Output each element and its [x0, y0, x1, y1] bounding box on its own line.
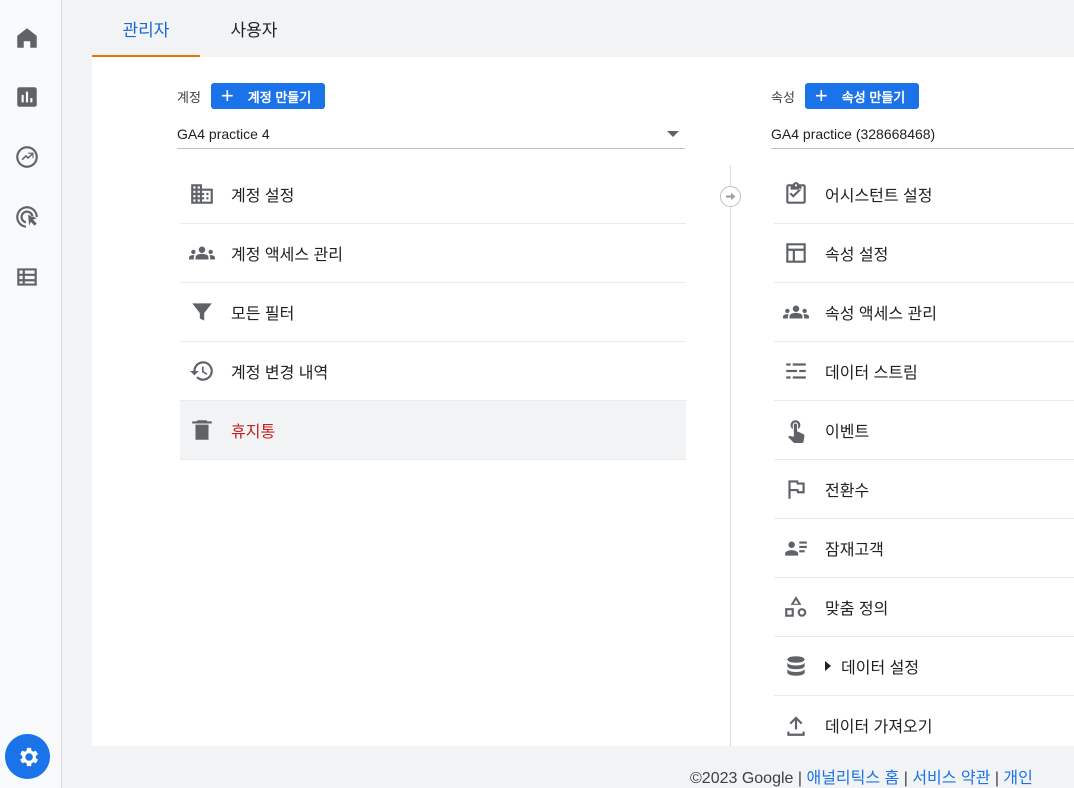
menu-item-account-settings[interactable]: 계정 설정	[180, 165, 686, 224]
property-menu: 어시스턴트 설정 속성 설정 속성 액세스 관리 데이터 스트림 이벤트 전환수…	[774, 165, 1074, 746]
account-label: 계정	[177, 89, 201, 105]
menu-item-label: 계정 변경 내역	[231, 365, 329, 382]
footer-link-analytics-home[interactable]: 애널리틱스 홈	[806, 770, 899, 787]
create-property-button[interactable]: + 속성 만들기	[804, 83, 920, 109]
property-selected: GA4 practice (328668468)	[771, 125, 936, 142]
history-icon	[180, 358, 224, 384]
audience-icon	[774, 535, 818, 561]
menu-item-label: 데이터 스트림	[825, 365, 918, 382]
footer-link-privacy[interactable]: 개인	[1003, 770, 1032, 787]
tab-user-label: 사용자	[230, 21, 278, 40]
menu-item-data-settings[interactable]: 데이터 설정	[774, 637, 1074, 696]
trash-icon	[180, 417, 224, 443]
property-selector[interactable]: GA4 practice (328668468)	[771, 119, 1074, 149]
filter-icon	[180, 299, 224, 325]
create-account-label: 계정 만들기	[247, 89, 312, 105]
building-icon	[180, 181, 224, 207]
account-selected: GA4 practice 4	[177, 125, 270, 142]
menu-item-setup-assistant[interactable]: 어시스턴트 설정	[774, 165, 1074, 224]
footer-separator: |	[994, 770, 999, 787]
flag-icon	[774, 476, 818, 502]
menu-item-label: 이벤트	[825, 424, 870, 441]
chevron-down-icon	[667, 131, 679, 137]
people-icon	[774, 299, 818, 325]
streams-icon	[774, 358, 818, 384]
column-divider	[730, 165, 731, 746]
home-icon[interactable]	[10, 21, 44, 55]
menu-item-label: 잠재고객	[825, 542, 884, 559]
arrow-right-icon	[720, 186, 741, 207]
left-nav-rail	[0, 0, 62, 788]
explore-icon[interactable]	[10, 140, 44, 174]
property-label: 속성	[771, 89, 795, 105]
people-icon	[180, 240, 224, 266]
account-menu: 계정 설정 계정 액세스 관리 모든 필터 계정 변경 내역 휴지통	[180, 165, 686, 460]
menu-item-label: 데이터 설정	[841, 660, 920, 677]
menu-item-label: 속성 설정	[825, 247, 889, 264]
property-header: 속성 + 속성 만들기	[771, 83, 920, 109]
settings-gear-icon[interactable]	[5, 734, 50, 779]
menu-item-label: 전환수	[825, 483, 870, 500]
menu-item-property-settings[interactable]: 속성 설정	[774, 224, 1074, 283]
database-icon	[774, 653, 818, 679]
tab-admin-label: 관리자	[122, 21, 170, 40]
tab-admin[interactable]: 관리자	[92, 0, 200, 57]
menu-item-trash[interactable]: 휴지통	[180, 401, 686, 460]
menu-item-audiences[interactable]: 잠재고객	[774, 519, 1074, 578]
menu-item-events[interactable]: 이벤트	[774, 401, 1074, 460]
create-property-label: 속성 만들기	[841, 89, 906, 105]
account-header: 계정 + 계정 만들기	[177, 83, 326, 109]
menu-item-property-access[interactable]: 속성 액세스 관리	[774, 283, 1074, 342]
menu-item-data-streams[interactable]: 데이터 스트림	[774, 342, 1074, 401]
checklist-icon	[774, 181, 818, 207]
admin-tabs: 관리자 사용자	[92, 0, 308, 57]
menu-item-custom-definitions[interactable]: 맞춤 정의	[774, 578, 1074, 637]
menu-item-label: 모든 필터	[231, 306, 295, 323]
menu-item-data-import[interactable]: 데이터 가져오기	[774, 696, 1074, 746]
plus-icon: +	[220, 83, 234, 108]
menu-item-label: 속성 액세스 관리	[825, 306, 937, 323]
menu-item-label: 계정 액세스 관리	[231, 247, 343, 264]
create-account-button[interactable]: + 계정 만들기	[210, 83, 326, 109]
menu-item-label: 어시스턴트 설정	[825, 188, 933, 205]
copyright-text: ©2023 Google	[690, 770, 794, 787]
menu-item-account-access[interactable]: 계정 액세스 관리	[180, 224, 686, 283]
footer: ©2023 Google | 애널리틱스 홈 | 서비스 약관 | 개인	[690, 764, 1033, 788]
admin-panel: 계정 + 계정 만들기 GA4 practice 4 속성 + 속성 만들기 G…	[92, 57, 1074, 746]
tab-user[interactable]: 사용자	[200, 0, 308, 57]
menu-item-label: 계정 설정	[231, 188, 295, 205]
advertising-icon[interactable]	[10, 200, 44, 234]
upload-icon	[774, 712, 818, 738]
shapes-icon	[774, 594, 818, 620]
footer-separator: |	[903, 770, 908, 787]
account-selector[interactable]: GA4 practice 4	[177, 119, 685, 149]
configure-icon[interactable]	[10, 260, 44, 294]
menu-item-all-filters[interactable]: 모든 필터	[180, 283, 686, 342]
menu-item-label: 데이터 가져오기	[825, 719, 933, 736]
reports-icon[interactable]	[10, 80, 44, 114]
plus-icon: +	[814, 83, 828, 108]
footer-link-terms[interactable]: 서비스 약관	[912, 770, 990, 787]
menu-item-conversions[interactable]: 전환수	[774, 460, 1074, 519]
footer-separator: |	[797, 770, 803, 787]
menu-item-label: 맞춤 정의	[825, 601, 889, 618]
menu-item-change-history[interactable]: 계정 변경 내역	[180, 342, 686, 401]
expand-arrow-icon[interactable]	[825, 661, 831, 671]
layout-icon	[774, 240, 818, 266]
touch-icon	[774, 417, 818, 443]
menu-item-label: 휴지통	[231, 424, 276, 441]
